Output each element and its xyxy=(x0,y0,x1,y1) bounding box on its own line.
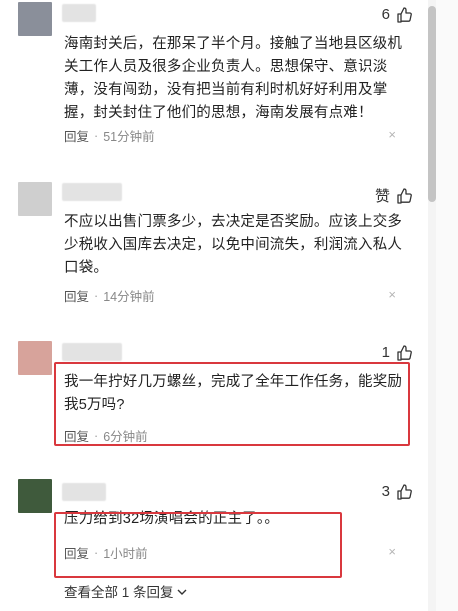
comment-text: 海南封关后，在那呆了半个月。接触了当地县区级机关工作人员及很多企业负责人。思想保… xyxy=(64,36,403,121)
avatar[interactable] xyxy=(18,2,52,36)
like-count: 3 xyxy=(381,483,390,500)
see-all-replies-label: 查看全部 1 条回复 xyxy=(64,585,174,600)
username[interactable] xyxy=(62,483,106,501)
avatar[interactable] xyxy=(18,341,52,375)
see-all-replies-link[interactable]: 查看全部 1 条回复 xyxy=(64,581,187,601)
separator-dot: · xyxy=(94,128,99,143)
close-icon[interactable]: × xyxy=(388,287,396,302)
like-count: 1 xyxy=(381,344,390,361)
like-button[interactable]: 3 xyxy=(382,483,412,500)
thumbs-up-icon xyxy=(396,483,412,500)
separator-dot: · xyxy=(94,288,99,303)
comment-text: 不应以出售门票多少，去决定是否奖励。应该上交多少税收入国库去决定，以免中间流失，… xyxy=(64,214,403,276)
avatar[interactable] xyxy=(18,182,52,216)
comment-meta: 回复 · 51分钟前 xyxy=(64,126,155,145)
comment-time: 51分钟前 xyxy=(103,130,155,144)
close-icon[interactable]: × xyxy=(388,127,396,142)
username[interactable] xyxy=(62,4,96,22)
like-count: 赞 xyxy=(374,188,390,205)
like-button[interactable]: 1 xyxy=(382,344,412,361)
scrollbar-thumb[interactable] xyxy=(428,6,436,202)
like-button[interactable]: 赞 xyxy=(375,185,412,206)
comments-panel: 6 海南封关后，在那呆了半个月。接触了当地县区级机关工作人员及很多企业负责人。思… xyxy=(0,0,458,611)
close-icon[interactable]: × xyxy=(388,544,396,559)
thumbs-up-icon xyxy=(396,6,412,23)
reply-button[interactable]: 回复 xyxy=(64,126,89,145)
highlight-box xyxy=(54,362,410,446)
reply-button[interactable]: 回复 xyxy=(64,286,89,305)
like-count: 6 xyxy=(381,6,390,23)
chevron-down-icon xyxy=(177,584,187,599)
comment-time: 14分钟前 xyxy=(103,290,155,304)
thumbs-up-icon xyxy=(396,187,412,204)
username[interactable] xyxy=(62,343,122,361)
thumbs-up-icon xyxy=(396,344,412,361)
avatar[interactable] xyxy=(18,479,52,513)
like-button[interactable]: 6 xyxy=(382,6,412,23)
highlight-box xyxy=(54,512,342,578)
window-edge xyxy=(436,0,458,611)
comment-meta: 回复 · 14分钟前 xyxy=(64,286,155,305)
username[interactable] xyxy=(62,183,122,201)
